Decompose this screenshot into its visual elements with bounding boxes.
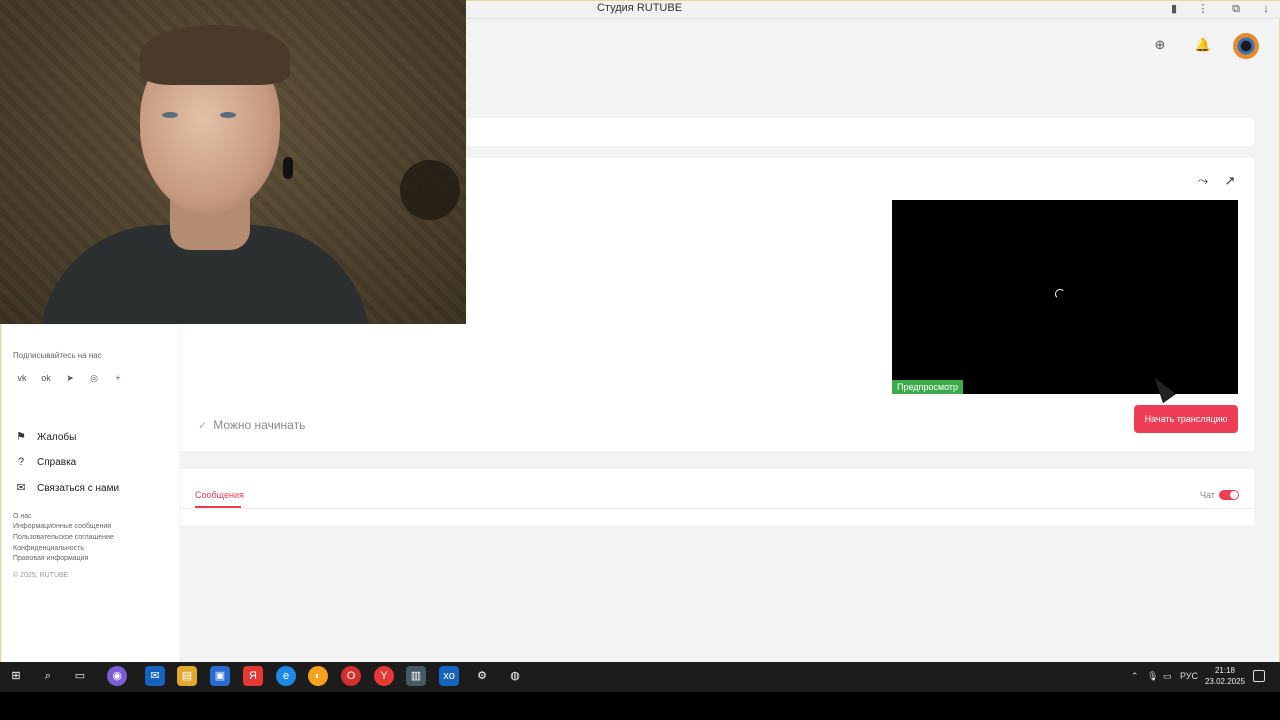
outlook-icon[interactable]: ✉ — [145, 666, 165, 686]
check-icon: ✓ — [198, 420, 208, 432]
task-view-icon[interactable]: ▭ — [70, 666, 90, 686]
sidebar-item-label: Жалобы — [37, 432, 77, 443]
bookmark-icon[interactable]: ▮ — [1167, 2, 1181, 16]
telegram-icon[interactable]: ➤ — [63, 372, 77, 384]
webcam-person-eye — [162, 112, 178, 118]
copyright: © 2025, RUTUBE — [13, 572, 69, 579]
chat-toggle[interactable] — [1219, 490, 1239, 500]
footer-link-about[interactable]: О нас — [13, 513, 32, 520]
stream-preview[interactable] — [892, 200, 1238, 394]
webcam-overlay — [0, 0, 466, 324]
help-icon: ? — [17, 456, 25, 468]
opera-icon[interactable]: O — [341, 666, 361, 686]
footer-link-legal[interactable]: Правовая информация — [13, 555, 88, 562]
settings-icon[interactable]: ⚙ — [472, 666, 492, 686]
odnoklassniki-icon[interactable]: ok — [39, 372, 53, 384]
clock-time: 21:18 — [1214, 666, 1236, 675]
share-icon[interactable]: ⤳ — [1195, 173, 1211, 189]
network-icon[interactable]: ▭ — [1163, 671, 1172, 682]
stream-status-text: Можно начинать — [213, 418, 306, 432]
footer-link-privacy[interactable]: Конфиденциальность — [13, 545, 84, 552]
sidebar-item-contact[interactable]: ✉ Связаться с нами — [13, 480, 119, 496]
webcam-person-eye — [220, 112, 236, 118]
viber-icon[interactable]: ◎ — [87, 372, 101, 384]
webcam-person-hair — [140, 25, 290, 85]
footer-link-info[interactable]: Информационные сообщения — [13, 523, 111, 530]
sidebar-item-label: Справка — [37, 457, 77, 468]
microphone-icon[interactable]: 🎙 — [1147, 671, 1158, 682]
file-explorer-icon[interactable]: ▤ — [177, 666, 197, 686]
chat-divider — [180, 508, 1254, 509]
toggle-knob — [1230, 491, 1238, 499]
notification-center-icon[interactable] — [1253, 670, 1265, 682]
xo-app-icon[interactable]: xo — [439, 666, 459, 686]
mail-icon: ✉ — [16, 482, 26, 494]
open-external-icon[interactable]: ↗ — [1222, 173, 1238, 189]
notifications-icon[interactable]: 🔔 — [1191, 33, 1215, 57]
webcam-earbud — [283, 157, 293, 179]
stream-title-bar — [467, 118, 1254, 146]
start-icon[interactable]: ⊞ — [6, 666, 26, 686]
more-icon[interactable]: ⋮ — [1196, 2, 1210, 16]
store-icon[interactable]: ▣ — [210, 666, 230, 686]
tab-messages[interactable]: Сообщения — [195, 490, 244, 500]
subscribe-label: Подписывайтесь на нас — [13, 351, 102, 360]
chat-panel — [180, 469, 1254, 525]
flag-icon: ⚑ — [16, 431, 26, 443]
obs-icon[interactable]: ◍ — [505, 666, 525, 686]
extensions-icon[interactable]: ⧉ — [1229, 2, 1243, 16]
yandex-icon[interactable]: Я — [243, 666, 263, 686]
sidebar-item-help[interactable]: ? Справка — [13, 454, 76, 470]
preview-badge: Предпросмотр — [892, 380, 964, 394]
vk-icon[interactable]: vk — [15, 372, 29, 384]
chat-toggle-label: Чат — [1200, 490, 1215, 500]
sidebar-item-complaints[interactable]: ⚑ Жалобы — [13, 429, 76, 445]
add-content-icon[interactable]: ⊕ — [1148, 33, 1172, 57]
search-icon[interactable]: ⌕ — [38, 666, 58, 686]
loading-spinner-icon — [1055, 289, 1065, 299]
downloads-icon[interactable]: ↓ — [1259, 2, 1273, 16]
sidebar-item-label: Связаться с нами — [37, 483, 120, 494]
tray-chevron-icon[interactable]: ⌃ — [1131, 671, 1139, 682]
yandex-active-icon[interactable]: Y — [374, 666, 394, 686]
alice-icon[interactable]: ◉ — [107, 666, 127, 686]
window-app-icon[interactable]: ▥ — [406, 666, 426, 686]
webcam-wall-ornament — [400, 160, 460, 220]
clock[interactable]: 21:18 23.02.2025 — [1200, 665, 1250, 687]
plus-icon[interactable]: + — [111, 372, 125, 384]
start-stream-button[interactable]: Начать трансляцию — [1134, 405, 1238, 433]
screen: Студия RUTUBE ▮ ⋮ ⧉ ↓ ⊕ 🔔 ⤳ ↗ Предпросмо… — [0, 0, 1280, 720]
edge-icon[interactable]: e — [276, 666, 296, 686]
user-avatar[interactable] — [1233, 33, 1259, 59]
yandex-browser-icon[interactable]: ◐ — [308, 666, 328, 686]
stream-status: ✓ Можно начинать — [198, 418, 305, 432]
footer-link-terms[interactable]: Пользовательское соглашение — [13, 534, 114, 541]
language-indicator[interactable]: РУС — [1180, 671, 1198, 681]
clock-date: 23.02.2025 — [1204, 677, 1246, 686]
window-title: Студия RUTUBE — [597, 2, 683, 14]
